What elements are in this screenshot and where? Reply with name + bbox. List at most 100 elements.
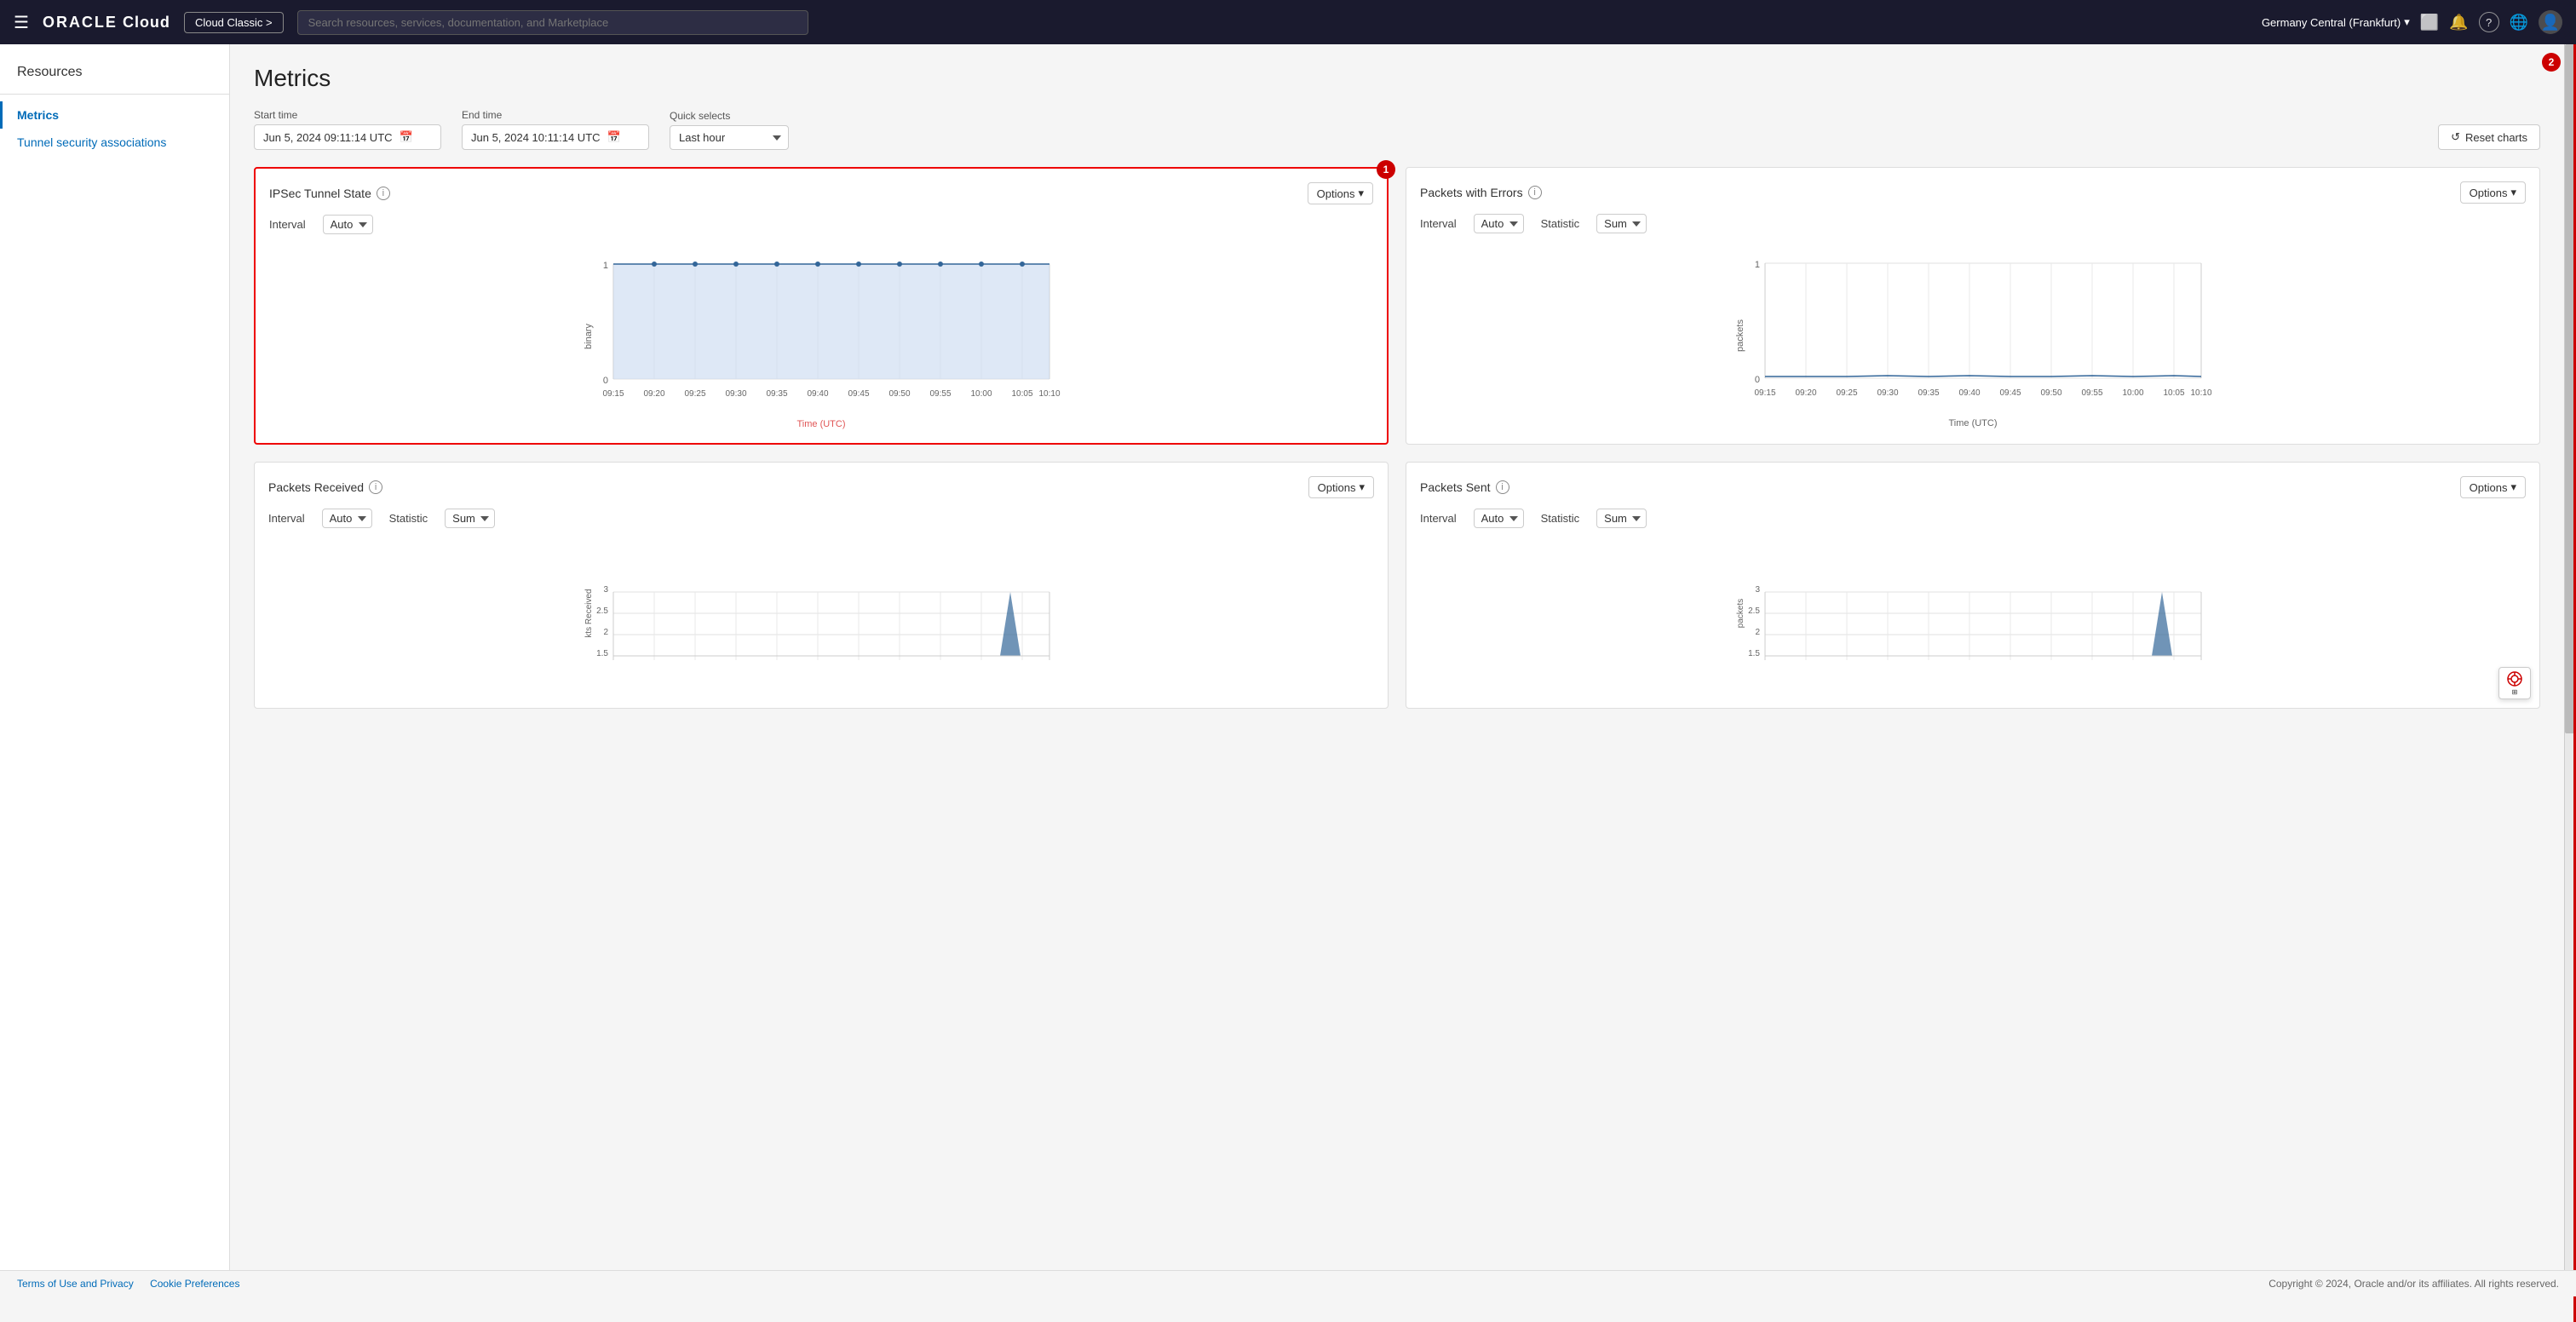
page-title: Metrics — [254, 65, 2540, 92]
packets-received-chart-card: Packets Received i Options ▾ Interval Au… — [254, 462, 1389, 709]
packets-sent-interval-label: Interval — [1420, 512, 1457, 525]
terms-link[interactable]: Terms of Use and Privacy — [17, 1278, 134, 1290]
packets-sent-statistic-label: Statistic — [1541, 512, 1580, 525]
ipsec-options-button[interactable]: Options ▾ — [1308, 182, 1373, 204]
calendar-icon-end: 📅 — [607, 130, 621, 144]
packets-errors-statistic-select[interactable]: Sum — [1596, 214, 1647, 233]
help-floating-button[interactable]: ⊞ — [2498, 667, 2531, 699]
svg-text:0: 0 — [1755, 375, 1760, 385]
svg-text:09:55: 09:55 — [2081, 388, 2102, 398]
cookie-link[interactable]: Cookie Preferences — [150, 1278, 239, 1290]
svg-text:0: 0 — [603, 376, 608, 386]
packets-sent-statistic-select[interactable]: Sum — [1596, 509, 1647, 528]
start-time-group: Start time Jun 5, 2024 09:11:14 UTC 📅 — [254, 109, 441, 150]
cloud-classic-button[interactable]: Cloud Classic > — [184, 12, 284, 33]
hamburger-icon[interactable]: ☰ — [14, 12, 29, 33]
quick-selects-dropdown[interactable]: Last hour Last 6 hours Last 24 hours Las… — [670, 125, 789, 150]
quick-selects-group: Quick selects Last hour Last 6 hours Las… — [670, 110, 789, 150]
packets-errors-x-label: Time (UTC) — [1420, 418, 2526, 428]
packets-sent-info-icon[interactable]: i — [1496, 480, 1509, 494]
svg-text:09:35: 09:35 — [766, 389, 787, 399]
packets-errors-info-icon[interactable]: i — [1528, 186, 1542, 199]
svg-text:10:05: 10:05 — [1011, 389, 1032, 399]
svg-text:09:40: 09:40 — [1958, 388, 1980, 398]
packets-errors-interval-select[interactable]: Auto — [1474, 214, 1524, 233]
sidebar-item-metrics[interactable]: Metrics — [0, 101, 229, 129]
start-time-input[interactable]: Jun 5, 2024 09:11:14 UTC 📅 — [254, 124, 441, 150]
calendar-icon-start: 📅 — [400, 130, 413, 144]
end-time-input[interactable]: Jun 5, 2024 10:11:14 UTC 📅 — [462, 124, 649, 150]
sidebar-title: Resources — [0, 65, 229, 94]
globe-icon[interactable]: 🌐 — [2510, 14, 2528, 32]
svg-text:2.5: 2.5 — [1748, 606, 1760, 616]
packets-errors-statistic-label: Statistic — [1541, 217, 1580, 230]
packets-errors-options-button[interactable]: Options ▾ — [2460, 181, 2526, 204]
packets-sent-controls: Interval Auto Statistic Sum — [1420, 509, 2526, 528]
packets-errors-chart-header: Packets with Errors i Options ▾ — [1420, 181, 2526, 204]
bell-icon[interactable]: 🔔 — [2449, 14, 2468, 32]
end-time-group: End time Jun 5, 2024 10:11:14 UTC 📅 — [462, 109, 649, 150]
packets-sent-chart-area: packets 1.5 2 2.5 3 — [1420, 537, 2526, 694]
packets-received-interval-label: Interval — [268, 512, 305, 525]
ipsec-interval-select[interactable]: Auto — [323, 215, 373, 234]
packets-received-statistic-select[interactable]: Sum — [445, 509, 495, 528]
svg-text:1.5: 1.5 — [596, 649, 608, 658]
packets-sent-chart-title: Packets Sent i — [1420, 480, 1509, 494]
svg-text:09:40: 09:40 — [807, 389, 828, 399]
scrollbar-thumb[interactable] — [2565, 44, 2576, 733]
badge-1: 1 — [1377, 160, 1395, 179]
ipsec-chart-title: IPSec Tunnel State i — [269, 187, 390, 200]
sidebar-item-tunnel-security[interactable]: Tunnel security associations — [0, 129, 229, 156]
svg-text:09:50: 09:50 — [2040, 388, 2061, 398]
packets-sent-chart-svg: packets 1.5 2 2.5 3 — [1420, 537, 2526, 690]
packets-received-interval-select[interactable]: Auto — [322, 509, 372, 528]
app-layout: Resources Metrics Tunnel security associ… — [0, 44, 2576, 1296]
packets-received-statistic-label: Statistic — [389, 512, 428, 525]
packets-sent-interval-select[interactable]: Auto — [1474, 509, 1524, 528]
options-chevron-icon: ▾ — [1358, 187, 1364, 200]
help-icon[interactable]: ? — [2479, 12, 2499, 32]
user-icon[interactable]: 👤 — [2539, 10, 2562, 34]
packets-sent-options-button[interactable]: Options ▾ — [2460, 476, 2526, 498]
start-time-value: Jun 5, 2024 09:11:14 UTC — [263, 131, 393, 144]
packets-sent-chart-card: Packets Sent i Options ▾ Interval Auto S… — [1406, 462, 2540, 709]
svg-text:09:50: 09:50 — [888, 389, 910, 399]
region-selector[interactable]: Germany Central (Frankfurt) ▾ — [2262, 15, 2410, 29]
svg-text:09:30: 09:30 — [725, 389, 746, 399]
packets-errors-chart-card: Packets with Errors i Options ▾ Interval… — [1406, 167, 2540, 445]
packets-errors-options-chevron: ▾ — [2510, 186, 2516, 199]
svg-text:10:10: 10:10 — [2190, 388, 2211, 398]
end-time-label: End time — [462, 109, 649, 121]
svg-text:3: 3 — [1755, 585, 1760, 595]
svg-text:2: 2 — [603, 628, 608, 637]
sidebar-divider — [0, 94, 229, 95]
ipsec-info-icon[interactable]: i — [377, 187, 390, 200]
packets-errors-interval-label: Interval — [1420, 217, 1457, 230]
reset-charts-button[interactable]: ↺ Reset charts — [2438, 124, 2540, 150]
footer-copyright: Copyright © 2024, Oracle and/or its affi… — [2268, 1278, 2559, 1290]
packets-sent-options-chevron: ▾ — [2510, 480, 2516, 494]
packets-received-options-chevron: ▾ — [1359, 480, 1365, 494]
packets-errors-chart-svg: packets 0 1 — [1420, 242, 2526, 412]
global-search-input[interactable] — [297, 10, 808, 35]
svg-text:2.5: 2.5 — [596, 606, 608, 616]
reset-charts-label: Reset charts — [2465, 131, 2527, 144]
svg-text:09:30: 09:30 — [1877, 388, 1898, 398]
svg-text:1.5: 1.5 — [1748, 649, 1760, 658]
svg-text:3: 3 — [603, 585, 608, 595]
svg-text:binary: binary — [584, 324, 594, 349]
ipsec-chart-svg: binary 0 1 — [269, 243, 1373, 413]
packets-errors-chart-title: Packets with Errors i — [1420, 186, 1542, 199]
svg-text:1: 1 — [603, 261, 608, 271]
svg-text:1: 1 — [1755, 260, 1760, 270]
ipsec-chart-header: IPSec Tunnel State i Options ▾ — [269, 182, 1373, 204]
packets-received-options-button[interactable]: Options ▾ — [1308, 476, 1374, 498]
svg-text:10:05: 10:05 — [2163, 388, 2184, 398]
packets-received-info-icon[interactable]: i — [369, 480, 382, 494]
nav-right: Germany Central (Frankfurt) ▾ ⬜ 🔔 ? 🌐 👤 — [2262, 10, 2562, 34]
oracle-logo: ORACLE Cloud — [43, 14, 170, 32]
terminal-icon[interactable]: ⬜ — [2420, 14, 2439, 32]
scrollbar-track[interactable]: 2 — [2564, 44, 2576, 1296]
svg-text:packets: packets — [1735, 319, 1745, 352]
packets-errors-chart-area: packets 0 1 — [1420, 242, 2526, 428]
